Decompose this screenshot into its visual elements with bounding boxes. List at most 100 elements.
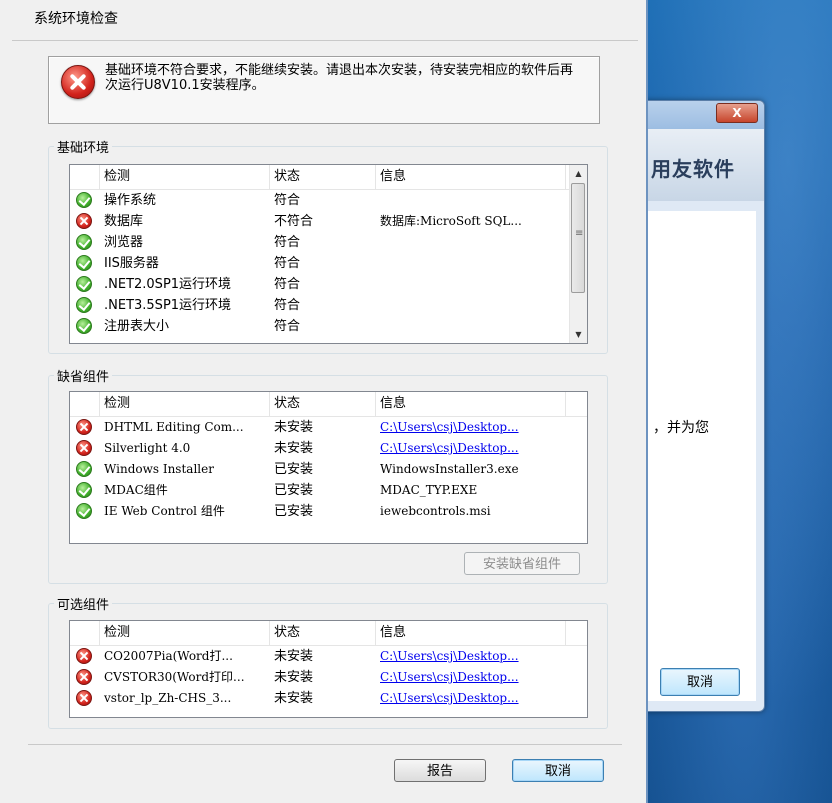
cell-check: Windows Installer xyxy=(104,462,214,476)
optional-components-list[interactable]: 检测 状态 信息 CO2007Pia(Word打... 未安装 C:\Users\c… xyxy=(69,620,588,718)
list-item[interactable]: 注册表大小 符合 xyxy=(70,316,587,337)
list-item[interactable]: IE Web Control 组件 已安装 iewebcontrols.msi xyxy=(70,501,587,522)
installer-cancel-button[interactable]: 取消 xyxy=(660,668,740,696)
scroll-down-arrow[interactable]: ▼ xyxy=(570,326,587,343)
error-x-icon xyxy=(76,419,92,435)
report-button[interactable]: 报告 xyxy=(394,759,486,782)
header-spacer xyxy=(70,621,100,645)
optional-components-label: 可选组件 xyxy=(54,594,113,613)
error-banner: 基础环境不符合要求，不能继续安装。请退出本次安装，待安装完相应的软件后再次运行U… xyxy=(48,56,600,124)
cell-status: 已安装 xyxy=(274,483,314,498)
cell-status: 符合 xyxy=(274,277,301,292)
cell-status: 符合 xyxy=(274,256,301,271)
list-item[interactable]: Silverlight 4.0 未安装 C:\Users\csj\Desktop..… xyxy=(70,438,587,459)
list-item[interactable]: CO2007Pia(Word打... 未安装 C:\Users\csj\Deskto… xyxy=(70,646,587,667)
cell-check: IE Web Control 组件 xyxy=(104,504,225,518)
cell-status: 符合 xyxy=(274,319,301,334)
column-header-status[interactable]: 状态 xyxy=(270,621,376,645)
check-ok-icon xyxy=(76,192,92,208)
list-item[interactable]: CVSTOR30(Word打印... 未安装 C:\Users\csj\Deskto… xyxy=(70,667,587,688)
cell-check: vstor_lp_Zh-CHS_3... xyxy=(104,691,232,705)
cell-status: 已安装 xyxy=(274,462,314,477)
error-icon xyxy=(61,65,95,99)
vertical-scrollbar[interactable]: ▲ ▼ xyxy=(569,165,587,343)
check-ok-icon xyxy=(76,276,92,292)
default-components-list[interactable]: 检测 状态 信息 DHTML Editing Com... 未安装 C:\Users… xyxy=(69,391,588,544)
cell-status: 符合 xyxy=(274,193,301,208)
list-header: 检测 状态 信息 xyxy=(70,621,587,646)
cell-info[interactable]: C:\Users\csj\Desktop... xyxy=(380,646,519,667)
basic-env-label: 基础环境 xyxy=(54,137,113,156)
list-item[interactable]: 数据库 不符合 数据库:MicroSoft SQL... xyxy=(70,211,587,232)
list-header: 检测 状态 信息 xyxy=(70,165,587,190)
check-ok-icon xyxy=(76,503,92,519)
check-ok-icon xyxy=(76,234,92,250)
title-divider xyxy=(12,40,638,41)
cell-check: MDAC组件 xyxy=(104,483,168,497)
error-x-icon xyxy=(76,440,92,456)
column-header-check[interactable]: 检测 xyxy=(100,165,270,189)
cell-status: 未安装 xyxy=(274,441,314,456)
list-item[interactable]: MDAC组件 已安装 MDAC_TYP.EXE xyxy=(70,480,587,501)
list-item[interactable]: 浏览器 符合 xyxy=(70,232,587,253)
scroll-thumb[interactable] xyxy=(571,183,585,293)
cell-info: WindowsInstaller3.exe xyxy=(380,462,519,476)
cell-check: CVSTOR30(Word打印... xyxy=(104,670,245,684)
cell-check: .NET2.0SP1运行环境 xyxy=(104,277,232,292)
basic-env-list[interactable]: 检测 状态 信息 操作系统 符合数据库 不符合 数据库:MicroSoft SQL..… xyxy=(69,164,588,344)
cell-status: 未安装 xyxy=(274,420,314,435)
error-x-icon xyxy=(76,690,92,706)
cell-check: Silverlight 4.0 xyxy=(104,441,191,455)
list-header: 检测 状态 信息 xyxy=(70,392,587,417)
check-ok-icon xyxy=(76,255,92,271)
column-header-info[interactable]: 信息 xyxy=(376,165,566,189)
list-item[interactable]: .NET3.5SP1运行环境 符合 xyxy=(70,295,587,316)
cell-info: 数据库:MicroSoft SQL... xyxy=(380,214,522,228)
dialog-title: 系统环境检查 xyxy=(34,11,118,27)
error-x-icon xyxy=(76,648,92,664)
cell-info: iewebcontrols.msi xyxy=(380,504,491,518)
check-ok-icon xyxy=(76,318,92,334)
check-ok-icon xyxy=(76,461,92,477)
cell-info[interactable]: C:\Users\csj\Desktop... xyxy=(380,667,519,688)
install-defaults-button[interactable]: 安装缺省组件 xyxy=(464,552,580,575)
column-header-info[interactable]: 信息 xyxy=(376,392,566,416)
cell-check: DHTML Editing Com... xyxy=(104,420,244,434)
cell-status: 已安装 xyxy=(274,504,314,519)
installer-close-button[interactable]: X xyxy=(716,103,758,123)
error-message: 基础环境不符合要求，不能继续安装。请退出本次安装，待安装完相应的软件后再次运行U… xyxy=(105,63,574,93)
list-item[interactable]: DHTML Editing Com... 未安装 C:\Users\csj\Desk… xyxy=(70,417,587,438)
cell-check: 数据库 xyxy=(104,214,144,229)
footer-divider xyxy=(28,744,622,745)
column-header-check[interactable]: 检测 xyxy=(100,392,270,416)
installer-body-text: ，并为您 xyxy=(653,420,709,436)
cell-info[interactable]: C:\Users\csj\Desktop... xyxy=(380,688,519,709)
header-spacer xyxy=(70,165,100,189)
cell-info: MDAC_TYP.EXE xyxy=(380,483,478,497)
default-components-label: 缺省组件 xyxy=(54,366,113,385)
cell-check: IIS服务器 xyxy=(104,256,159,271)
cell-status: 不符合 xyxy=(274,214,314,229)
cell-status: 符合 xyxy=(274,235,301,250)
list-item[interactable]: Windows Installer 已安装 WindowsInstaller3.ex… xyxy=(70,459,587,480)
cell-info[interactable]: C:\Users\csj\Desktop... xyxy=(380,417,519,438)
list-item[interactable]: IIS服务器 符合 xyxy=(70,253,587,274)
column-header-check[interactable]: 检测 xyxy=(100,621,270,645)
error-x-icon xyxy=(76,213,92,229)
check-ok-icon xyxy=(76,482,92,498)
cancel-button[interactable]: 取消 xyxy=(512,759,604,782)
brand-text: 用友软件 xyxy=(651,157,735,181)
list-item[interactable]: vstor_lp_Zh-CHS_3... 未安装 C:\Users\csj\Desk… xyxy=(70,688,587,709)
cell-check: CO2007Pia(Word打... xyxy=(104,649,233,663)
scroll-up-arrow[interactable]: ▲ xyxy=(570,165,587,182)
list-item[interactable]: .NET2.0SP1运行环境 符合 xyxy=(70,274,587,295)
cell-info[interactable]: C:\Users\csj\Desktop... xyxy=(380,438,519,459)
column-header-info[interactable]: 信息 xyxy=(376,621,566,645)
list-item[interactable]: 操作系统 符合 xyxy=(70,190,587,211)
error-x-icon xyxy=(76,669,92,685)
column-header-status[interactable]: 状态 xyxy=(270,392,376,416)
column-header-status[interactable]: 状态 xyxy=(270,165,376,189)
env-check-dialog: 系统环境检查 基础环境不符合要求，不能继续安装。请退出本次安装，待安装完相应的软… xyxy=(0,0,648,803)
header-spacer xyxy=(70,392,100,416)
cell-status: 符合 xyxy=(274,298,301,313)
